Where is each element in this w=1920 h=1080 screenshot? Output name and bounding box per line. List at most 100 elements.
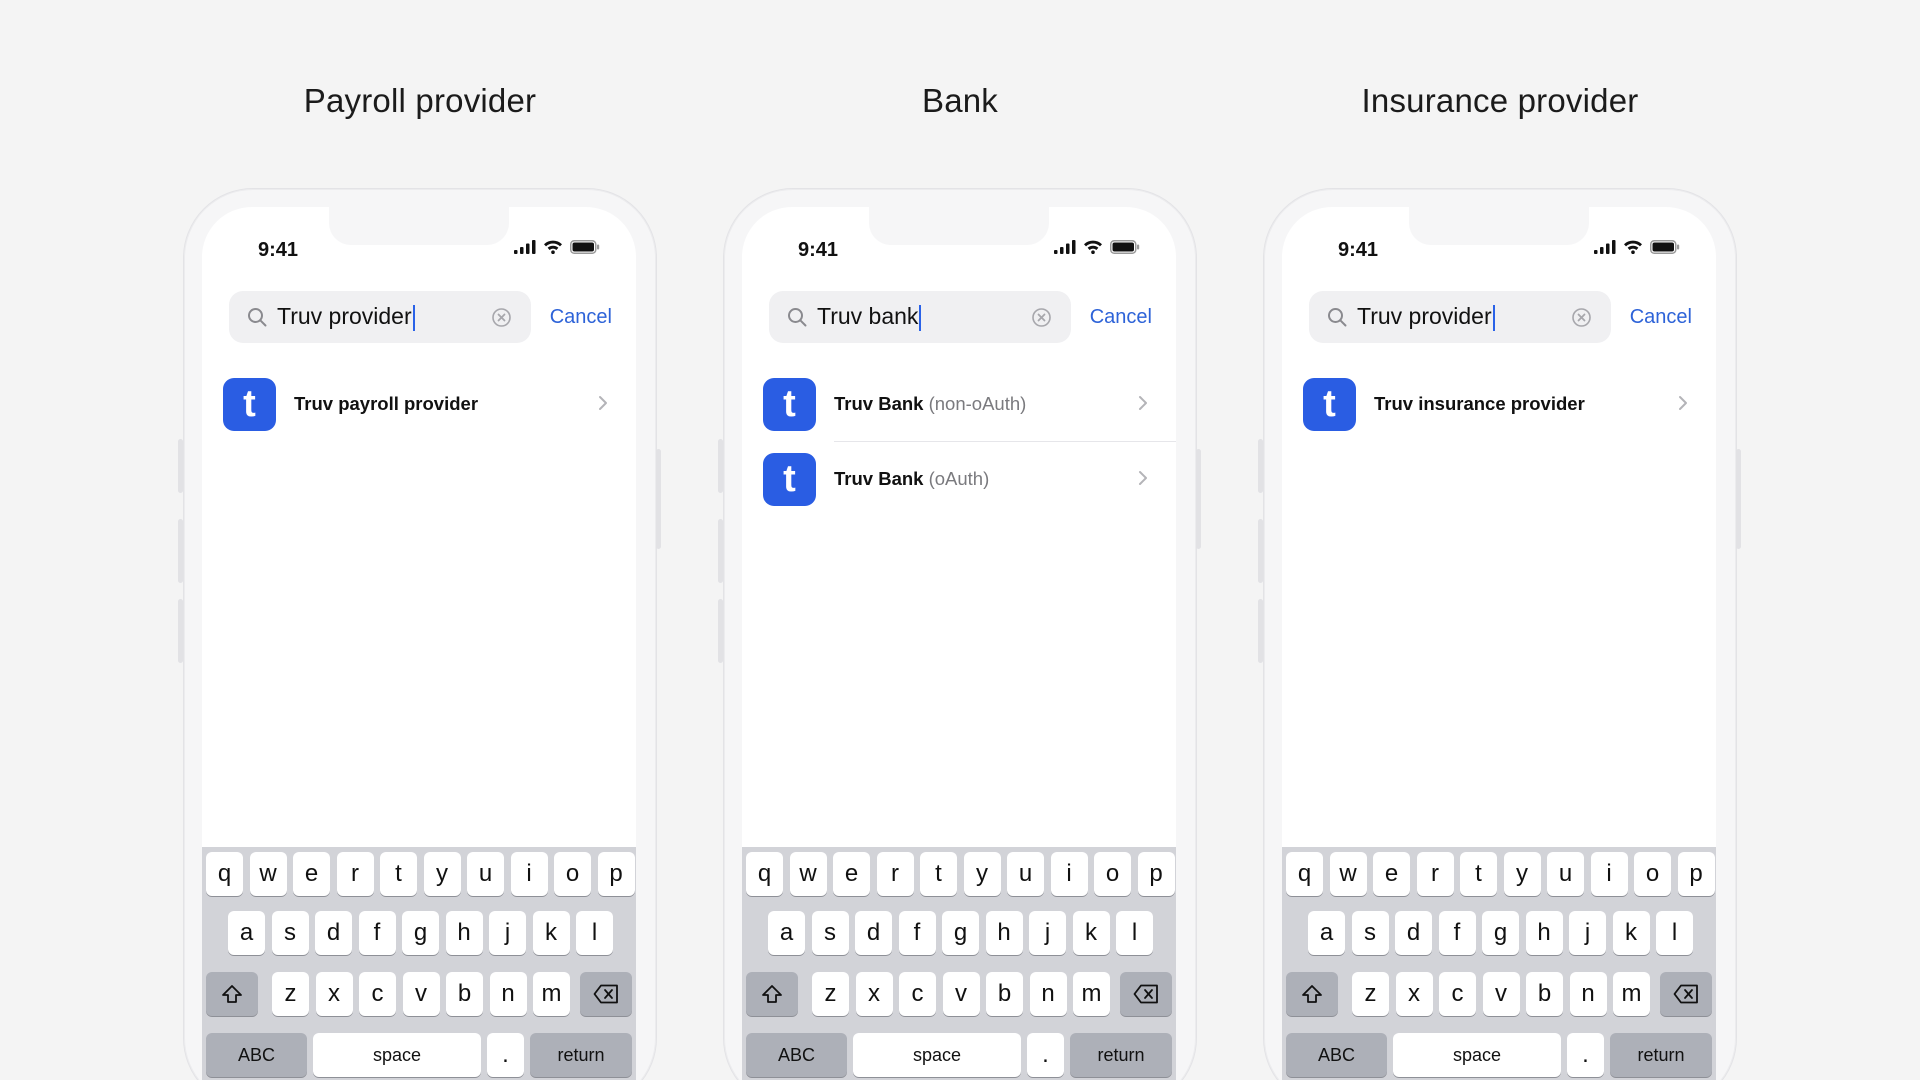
key-x[interactable]: x xyxy=(855,972,893,1016)
key-n[interactable]: n xyxy=(1029,972,1067,1016)
key-i[interactable]: i xyxy=(510,852,548,896)
key-o[interactable]: o xyxy=(554,852,591,896)
key-v[interactable]: v xyxy=(402,972,440,1016)
key-p[interactable]: p xyxy=(1137,852,1175,896)
key-e[interactable]: e xyxy=(833,852,870,896)
key-e[interactable]: e xyxy=(293,852,330,896)
key-j[interactable]: j xyxy=(1569,911,1606,955)
key-x[interactable]: x xyxy=(315,972,353,1016)
key-l[interactable]: l xyxy=(1656,911,1693,955)
key-y[interactable]: y xyxy=(963,852,1001,896)
search-input[interactable]: Truv provider xyxy=(1309,291,1611,343)
shift-key[interactable] xyxy=(206,972,258,1016)
key-i[interactable]: i xyxy=(1050,852,1088,896)
key-m[interactable]: m xyxy=(533,972,570,1016)
result-item[interactable]: t Truv Bank (oAuth) xyxy=(763,442,1176,516)
space-key[interactable]: space xyxy=(1393,1033,1561,1077)
key-q[interactable]: q xyxy=(1286,852,1323,896)
cancel-button[interactable]: Cancel xyxy=(1090,306,1152,329)
key-f[interactable]: f xyxy=(358,911,396,955)
key-o[interactable]: o xyxy=(1094,852,1131,896)
key-v[interactable]: v xyxy=(942,972,980,1016)
key-h[interactable]: h xyxy=(985,911,1023,955)
return-key[interactable]: return xyxy=(1610,1033,1712,1077)
key-z[interactable]: z xyxy=(1352,972,1389,1016)
key-w[interactable]: w xyxy=(249,852,287,896)
key-y[interactable]: y xyxy=(423,852,461,896)
key-u[interactable]: u xyxy=(1547,852,1584,896)
key-p[interactable]: p xyxy=(1677,852,1715,896)
clear-icon[interactable] xyxy=(492,308,511,327)
key-h[interactable]: h xyxy=(445,911,483,955)
key-n[interactable]: n xyxy=(1569,972,1607,1016)
return-key[interactable]: return xyxy=(1070,1033,1172,1077)
key-f[interactable]: f xyxy=(1438,911,1476,955)
key-l[interactable]: l xyxy=(1116,911,1153,955)
key-t[interactable]: t xyxy=(920,852,957,896)
shift-key[interactable] xyxy=(746,972,798,1016)
key-r[interactable]: r xyxy=(1416,852,1454,896)
key-v[interactable]: v xyxy=(1482,972,1520,1016)
abc-key[interactable]: ABC xyxy=(1286,1033,1387,1077)
key-u[interactable]: u xyxy=(1007,852,1044,896)
space-key[interactable]: space xyxy=(313,1033,481,1077)
abc-key[interactable]: ABC xyxy=(746,1033,847,1077)
result-item[interactable]: t Truv Bank (non-oAuth) xyxy=(763,367,1176,441)
return-key[interactable]: return xyxy=(530,1033,632,1077)
period-key[interactable]: . xyxy=(1567,1033,1604,1077)
cancel-button[interactable]: Cancel xyxy=(1630,306,1692,329)
key-m[interactable]: m xyxy=(1073,972,1110,1016)
key-b[interactable]: b xyxy=(1526,972,1563,1016)
key-c[interactable]: c xyxy=(359,972,396,1016)
key-r[interactable]: r xyxy=(336,852,374,896)
key-i[interactable]: i xyxy=(1590,852,1628,896)
key-m[interactable]: m xyxy=(1613,972,1650,1016)
search-input[interactable]: Truv bank xyxy=(769,291,1071,343)
key-d[interactable]: d xyxy=(315,911,352,955)
backspace-key[interactable] xyxy=(580,972,632,1016)
key-c[interactable]: c xyxy=(899,972,936,1016)
key-k[interactable]: k xyxy=(532,911,570,955)
key-g[interactable]: g xyxy=(942,911,979,955)
key-c[interactable]: c xyxy=(1439,972,1476,1016)
key-k[interactable]: k xyxy=(1612,911,1650,955)
backspace-key[interactable] xyxy=(1120,972,1172,1016)
key-u[interactable]: u xyxy=(467,852,504,896)
key-z[interactable]: z xyxy=(812,972,849,1016)
key-j[interactable]: j xyxy=(1029,911,1066,955)
key-d[interactable]: d xyxy=(1395,911,1432,955)
cancel-button[interactable]: Cancel xyxy=(550,306,612,329)
key-q[interactable]: q xyxy=(206,852,243,896)
key-h[interactable]: h xyxy=(1525,911,1563,955)
backspace-key[interactable] xyxy=(1660,972,1712,1016)
clear-icon[interactable] xyxy=(1572,308,1591,327)
clear-icon[interactable] xyxy=(1032,308,1051,327)
key-g[interactable]: g xyxy=(402,911,439,955)
result-item[interactable]: t Truv payroll provider xyxy=(223,367,636,441)
key-x[interactable]: x xyxy=(1395,972,1433,1016)
abc-key[interactable]: ABC xyxy=(206,1033,307,1077)
key-k[interactable]: k xyxy=(1072,911,1110,955)
key-f[interactable]: f xyxy=(898,911,936,955)
key-l[interactable]: l xyxy=(576,911,613,955)
search-input[interactable]: Truv provider xyxy=(229,291,531,343)
key-t[interactable]: t xyxy=(1460,852,1497,896)
key-q[interactable]: q xyxy=(746,852,783,896)
key-s[interactable]: s xyxy=(811,911,849,955)
key-w[interactable]: w xyxy=(1329,852,1367,896)
key-p[interactable]: p xyxy=(597,852,635,896)
period-key[interactable]: . xyxy=(487,1033,524,1077)
key-n[interactable]: n xyxy=(489,972,527,1016)
key-s[interactable]: s xyxy=(1351,911,1389,955)
shift-key[interactable] xyxy=(1286,972,1338,1016)
key-o[interactable]: o xyxy=(1634,852,1671,896)
key-d[interactable]: d xyxy=(855,911,892,955)
space-key[interactable]: space xyxy=(853,1033,1021,1077)
key-a[interactable]: a xyxy=(768,911,805,955)
period-key[interactable]: . xyxy=(1027,1033,1064,1077)
key-r[interactable]: r xyxy=(876,852,914,896)
key-b[interactable]: b xyxy=(986,972,1023,1016)
key-e[interactable]: e xyxy=(1373,852,1410,896)
key-s[interactable]: s xyxy=(271,911,309,955)
key-t[interactable]: t xyxy=(380,852,417,896)
